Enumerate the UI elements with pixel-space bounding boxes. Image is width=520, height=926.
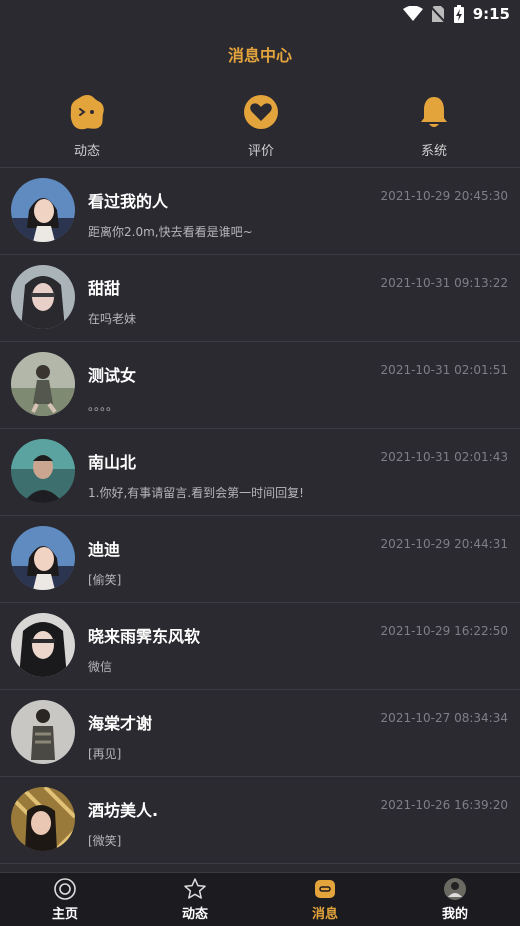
avatar — [11, 613, 75, 677]
avatar — [11, 178, 75, 242]
message-preview: 在吗老妹 — [88, 312, 137, 326]
quick-actions: 动态 评价 系统 — [0, 92, 520, 162]
message-time: 2021-10-27 08:34:34 — [380, 711, 508, 725]
message-preview: 1.你好,有事请留言.看到会第一时间回复! — [88, 486, 304, 500]
bell-icon — [421, 97, 447, 127]
message-row[interactable]: 晓来雨霁东风软 2021-10-29 16:22:50 微信 — [0, 603, 520, 690]
avatar — [11, 787, 75, 851]
no-sim-icon — [430, 6, 445, 23]
tab-profile[interactable]: 我的 — [415, 877, 495, 922]
message-row[interactable]: 甜甜 2021-10-31 09:13:22 在吗老妹 — [0, 255, 520, 342]
contact-name: 酒坊美人. — [88, 801, 159, 820]
home-ring-icon — [54, 878, 76, 900]
tab-label: 动态 — [181, 907, 208, 922]
bottom-tab-bar: 主页 动态 消息 我的 — [0, 872, 520, 926]
message-icon — [315, 880, 335, 898]
message-preview: [再见] — [88, 747, 122, 761]
tab-home[interactable]: 主页 — [25, 877, 105, 922]
quick-action-system[interactable]: 系统 — [374, 92, 494, 159]
message-preview: 微信 — [88, 660, 113, 674]
tab-label: 我的 — [441, 907, 468, 922]
avatar — [11, 526, 75, 590]
message-time: 2021-10-31 09:13:22 — [380, 276, 508, 290]
message-list: 看过我的人 2021-10-29 20:45:30 距离你2.0m,快去看看是谁… — [0, 168, 520, 864]
quick-action-dynamic[interactable]: 动态 — [27, 92, 147, 159]
message-row[interactable]: 测试女 2021-10-31 02:01:51 。。。。 — [0, 342, 520, 429]
message-time: 2021-10-29 16:22:50 — [380, 624, 508, 638]
message-row[interactable]: 酒坊美人. 2021-10-26 16:39:20 [微笑] — [0, 777, 520, 864]
avatar — [11, 439, 75, 503]
heart-icon — [244, 95, 278, 129]
contact-name: 南山北 — [88, 453, 137, 472]
star-icon — [184, 878, 206, 899]
message-preview: 距离你2.0m,快去看看是谁吧~ — [88, 225, 253, 239]
contact-name: 海棠才谢 — [88, 714, 153, 733]
contact-name: 测试女 — [88, 366, 137, 385]
quick-action-label: 评价 — [247, 144, 274, 159]
message-row[interactable]: 南山北 2021-10-31 02:01:43 1.你好,有事请留言.看到会第一… — [0, 429, 520, 516]
message-row[interactable]: 迪迪 2021-10-29 20:44:31 [偷笑] — [0, 516, 520, 603]
tab-messages[interactable]: 消息 — [285, 877, 365, 922]
tab-label: 消息 — [311, 907, 338, 922]
wifi-icon — [402, 6, 423, 21]
contact-name: 甜甜 — [88, 279, 121, 298]
tab-dynamic[interactable]: 动态 — [155, 877, 235, 922]
avatar — [11, 352, 75, 416]
message-time: 2021-10-29 20:45:30 — [380, 189, 508, 203]
status-time: 9:15 — [472, 5, 510, 23]
status-bar: 9:15 — [0, 0, 520, 28]
quick-action-label: 系统 — [420, 144, 447, 159]
avatar — [11, 265, 75, 329]
message-time: 2021-10-31 02:01:43 — [380, 450, 508, 464]
message-row-visitors[interactable]: 看过我的人 2021-10-29 20:45:30 距离你2.0m,快去看看是谁… — [0, 168, 520, 255]
battery-charging-icon — [453, 5, 464, 23]
message-preview: 。。。。 — [88, 399, 119, 413]
message-time: 2021-10-29 20:44:31 — [380, 537, 508, 551]
contact-name: 晓来雨霁东风软 — [88, 627, 201, 646]
profile-avatar-icon — [444, 878, 466, 900]
message-preview: [微笑] — [88, 834, 122, 848]
avatar — [11, 700, 75, 764]
dynamic-face-icon — [70, 95, 104, 130]
contact-name: 迪迪 — [88, 540, 121, 559]
quick-action-label: 动态 — [73, 144, 100, 159]
contact-name: 看过我的人 — [88, 192, 169, 211]
message-time: 2021-10-26 16:39:20 — [380, 798, 508, 812]
quick-action-review[interactable]: 评价 — [201, 92, 321, 159]
tab-label: 主页 — [51, 907, 78, 922]
page-title: 消息中心 — [227, 46, 292, 65]
message-preview: [偷笑] — [88, 573, 122, 587]
message-row[interactable]: 海棠才谢 2021-10-27 08:34:34 [再见] — [0, 690, 520, 777]
message-time: 2021-10-31 02:01:51 — [380, 363, 508, 377]
